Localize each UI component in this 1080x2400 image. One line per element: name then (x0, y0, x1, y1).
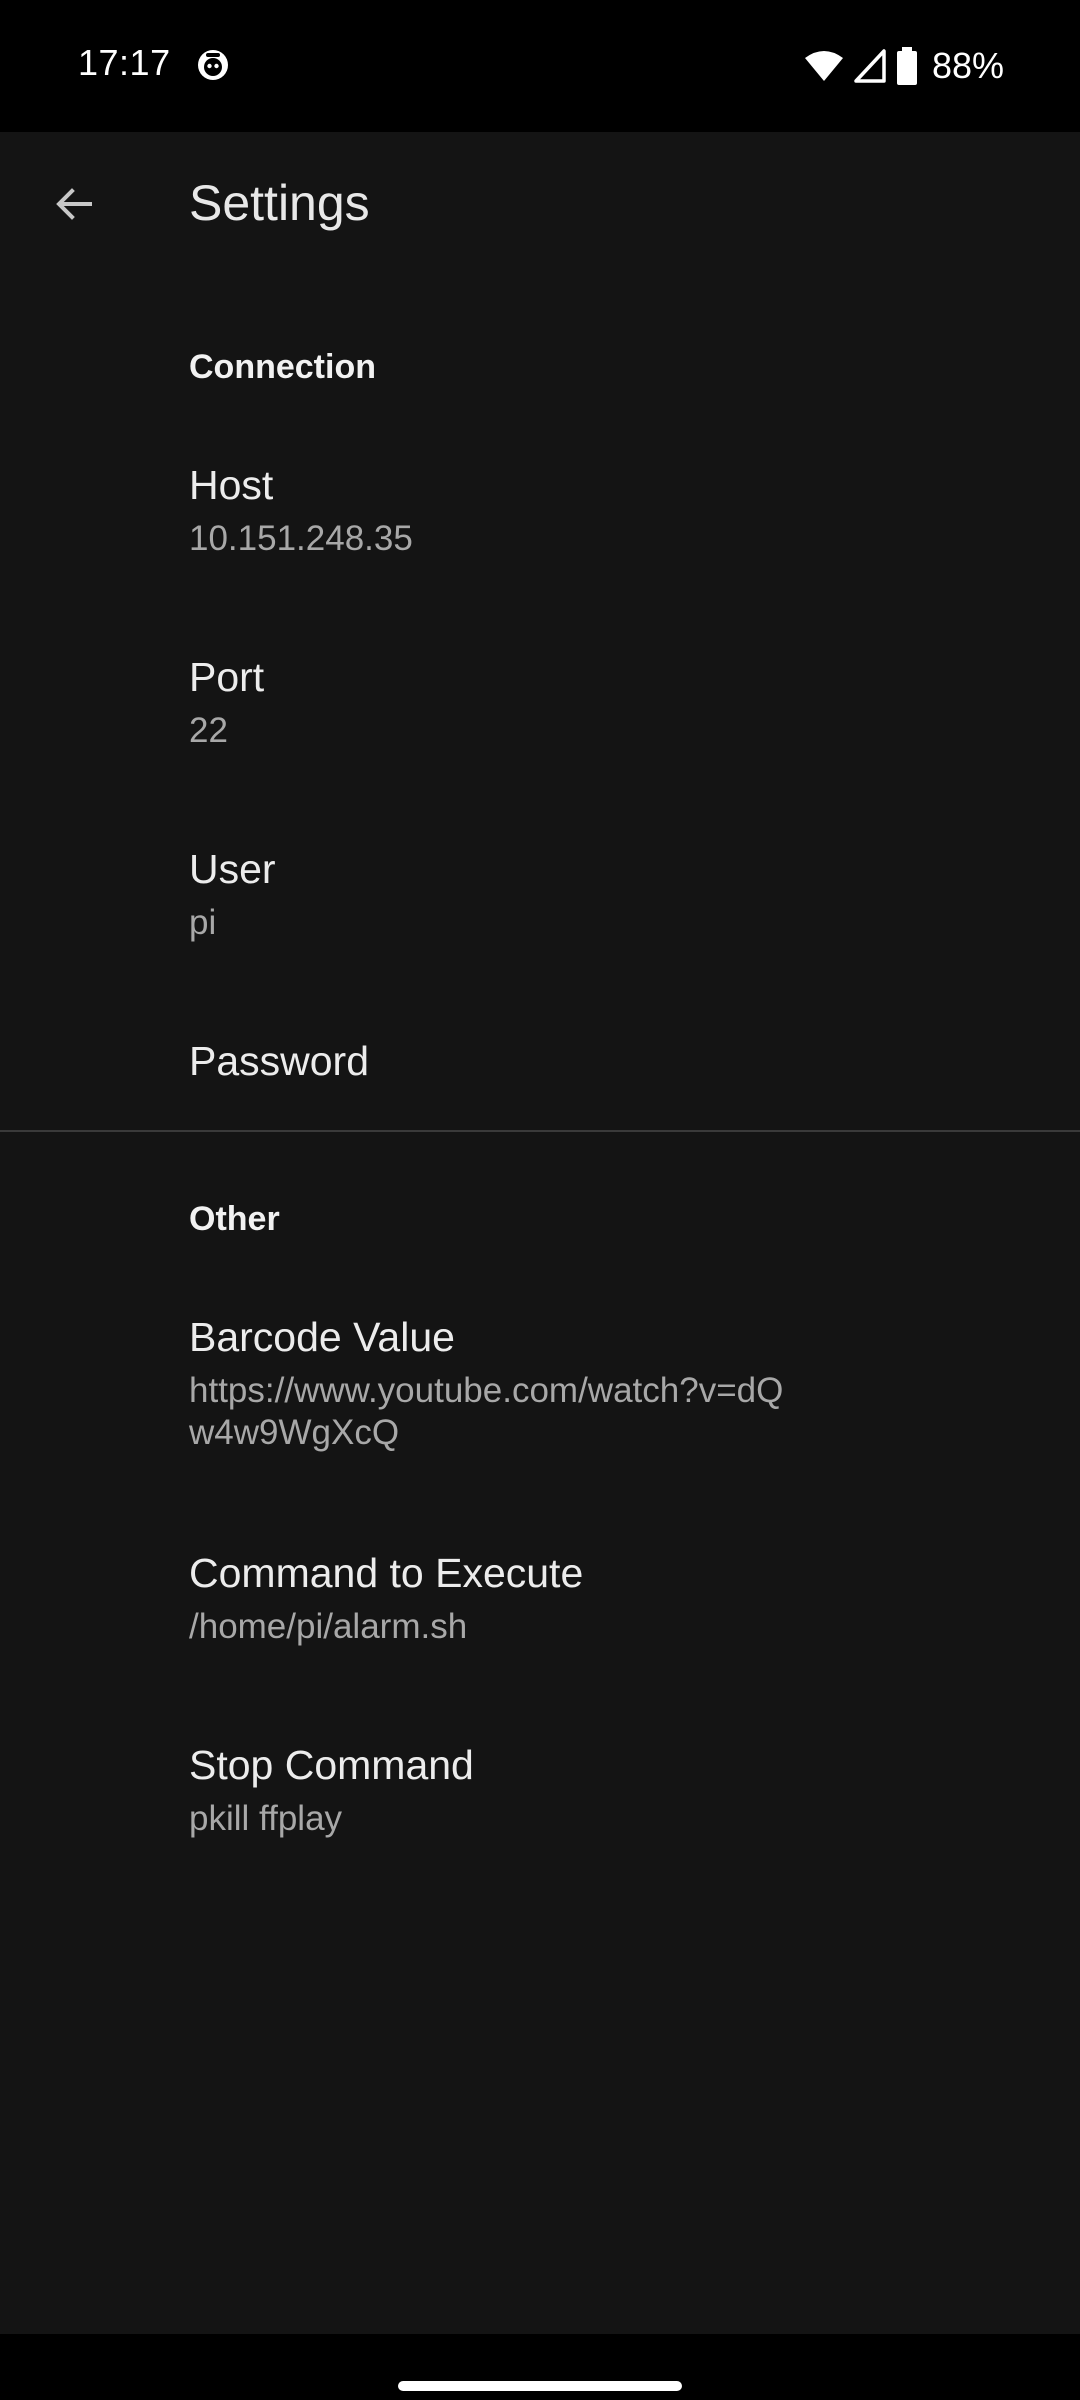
pref-summary: 22 (189, 711, 228, 750)
pref-summary: pi (189, 903, 217, 942)
app-notification-icon (198, 50, 228, 80)
pref-summary: 10.151.248.35 (189, 519, 413, 558)
home-gesture-handle[interactable] (398, 2381, 682, 2391)
status-icons: 88% (804, 42, 1004, 90)
pref-title: User (189, 846, 276, 892)
pref-port[interactable]: Port 22 (0, 654, 1080, 804)
page-title: Settings (189, 175, 370, 231)
pref-summary: /home/pi/alarm.sh (189, 1607, 468, 1646)
pref-title: Stop Command (189, 1742, 474, 1788)
status-bar: 17:17 88% (0, 0, 1080, 132)
section-divider (0, 1130, 1080, 1132)
pref-stop-command[interactable]: Stop Command pkill ffplay (0, 1742, 1080, 1892)
pref-command-to-execute[interactable]: Command to Execute /home/pi/alarm.sh (0, 1550, 1080, 1700)
pref-title: Command to Execute (189, 1550, 584, 1596)
wifi-icon (804, 51, 843, 81)
pref-title: Barcode Value (189, 1314, 455, 1360)
category-header-other: Other (189, 1200, 280, 1238)
pref-summary: pkill ffplay (189, 1799, 343, 1838)
cellular-signal-icon (854, 49, 886, 83)
battery-icon (896, 47, 917, 85)
pref-title: Port (189, 654, 265, 700)
back-button[interactable] (34, 164, 114, 244)
arrow-back-icon (56, 188, 92, 220)
pref-summary: https://www.youtube.com/watch?v=dQw4w9Wg… (189, 1371, 784, 1452)
pref-user[interactable]: User pi (0, 846, 1080, 996)
pref-host[interactable]: Host 10.151.248.35 (0, 462, 1080, 612)
pref-barcode-value[interactable]: Barcode Value https://www.youtube.com/wa… (0, 1314, 1080, 1474)
app-bar: Settings (0, 132, 1080, 282)
pref-password[interactable]: Password (0, 1038, 1080, 1118)
pref-title: Host (189, 462, 274, 508)
settings-screen: 17:17 88% Settings Connection Host 10.15… (0, 0, 1080, 2400)
battery-percentage: 88% (931, 45, 1004, 86)
pref-title: Password (189, 1038, 370, 1084)
status-time: 17:17 (78, 42, 171, 83)
category-header-connection: Connection (189, 348, 376, 386)
